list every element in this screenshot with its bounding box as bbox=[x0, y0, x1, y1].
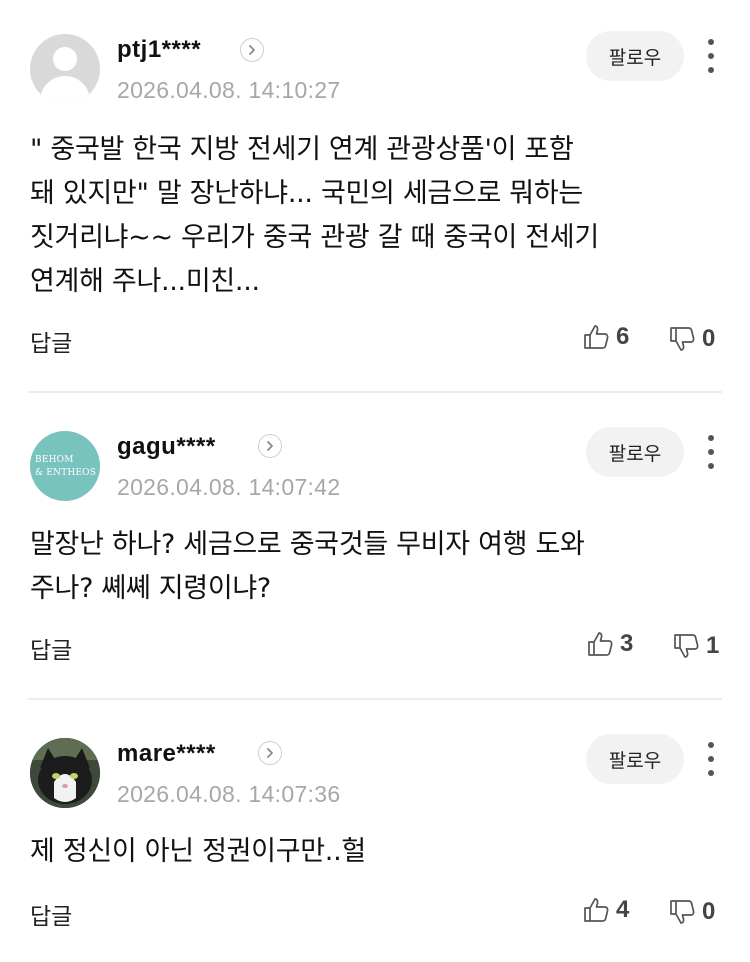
dislike-count: 0 bbox=[702, 898, 716, 925]
username[interactable]: gagu**** bbox=[117, 433, 216, 461]
comment-text: 말장난 하나? 세금으로 중국것들 무비자 여행 도와 주나? 쎼쎼 지령이냐? bbox=[30, 529, 585, 604]
more-vertical-icon[interactable] bbox=[700, 39, 722, 73]
like-button[interactable]: 4 bbox=[582, 896, 629, 924]
thumbs-down-icon bbox=[674, 634, 699, 658]
follow-button[interactable]: 팔로우 bbox=[586, 734, 684, 784]
like-button[interactable]: 6 bbox=[582, 323, 629, 351]
comment-text: 제 정신이 아닌 정권이구만..헐 bbox=[30, 836, 366, 867]
like-count: 6 bbox=[616, 323, 630, 350]
comment-item: mare**** 2026.04.08. 14:07:36 팔로우 제 정신이 … bbox=[0, 700, 750, 962]
username[interactable]: ptj1**** bbox=[117, 36, 201, 64]
timestamp: 2026.04.08. 14:07:36 bbox=[117, 781, 341, 807]
like-count: 4 bbox=[616, 896, 630, 923]
dislike-count: 0 bbox=[702, 325, 716, 352]
reply-button[interactable]: 답글 bbox=[30, 324, 72, 358]
dislike-count: 1 bbox=[706, 632, 720, 659]
thumbs-up-icon bbox=[584, 898, 609, 922]
avatar[interactable] bbox=[30, 34, 100, 104]
like-count: 3 bbox=[620, 630, 634, 657]
avatar[interactable]: BEHOM & ENTHEOS bbox=[30, 431, 100, 501]
thumbs-up-icon bbox=[584, 325, 609, 349]
dislike-button[interactable]: 1 bbox=[672, 632, 719, 660]
follow-button[interactable]: 팔로우 bbox=[586, 31, 684, 81]
follow-button[interactable]: 팔로우 bbox=[586, 427, 684, 477]
thumbs-down-icon bbox=[670, 900, 695, 924]
reply-button[interactable]: 답글 bbox=[30, 897, 72, 931]
dislike-button[interactable]: 0 bbox=[668, 898, 715, 926]
avatar-logo: BEHOM & ENTHEOS bbox=[35, 455, 97, 478]
avatar[interactable] bbox=[30, 738, 100, 808]
more-vertical-icon[interactable] bbox=[700, 742, 722, 776]
more-vertical-icon[interactable] bbox=[700, 435, 722, 469]
comment-item: ptj1**** 2026.04.08. 14:10:27 팔로우 " 중국발 … bbox=[0, 0, 750, 393]
comment-text: " 중국발 한국 지방 전세기 연계 관광상품'이 포함 돼 있지만" 말 장난… bbox=[30, 134, 599, 297]
comment-item: BEHOM & ENTHEOS gagu**** 2026.04.08. 14:… bbox=[0, 393, 750, 700]
timestamp: 2026.04.08. 14:07:42 bbox=[117, 474, 341, 500]
like-button[interactable]: 3 bbox=[586, 630, 633, 658]
chevron-right-icon[interactable] bbox=[258, 434, 282, 458]
timestamp: 2026.04.08. 14:10:27 bbox=[117, 77, 341, 103]
thumbs-up-icon bbox=[588, 632, 613, 656]
username[interactable]: mare**** bbox=[117, 740, 216, 768]
reply-button[interactable]: 답글 bbox=[30, 631, 72, 665]
chevron-right-icon[interactable] bbox=[258, 741, 282, 765]
chevron-right-icon[interactable] bbox=[240, 38, 264, 62]
dislike-button[interactable]: 0 bbox=[668, 325, 715, 353]
cat-photo bbox=[30, 738, 100, 808]
thumbs-down-icon bbox=[670, 327, 695, 351]
